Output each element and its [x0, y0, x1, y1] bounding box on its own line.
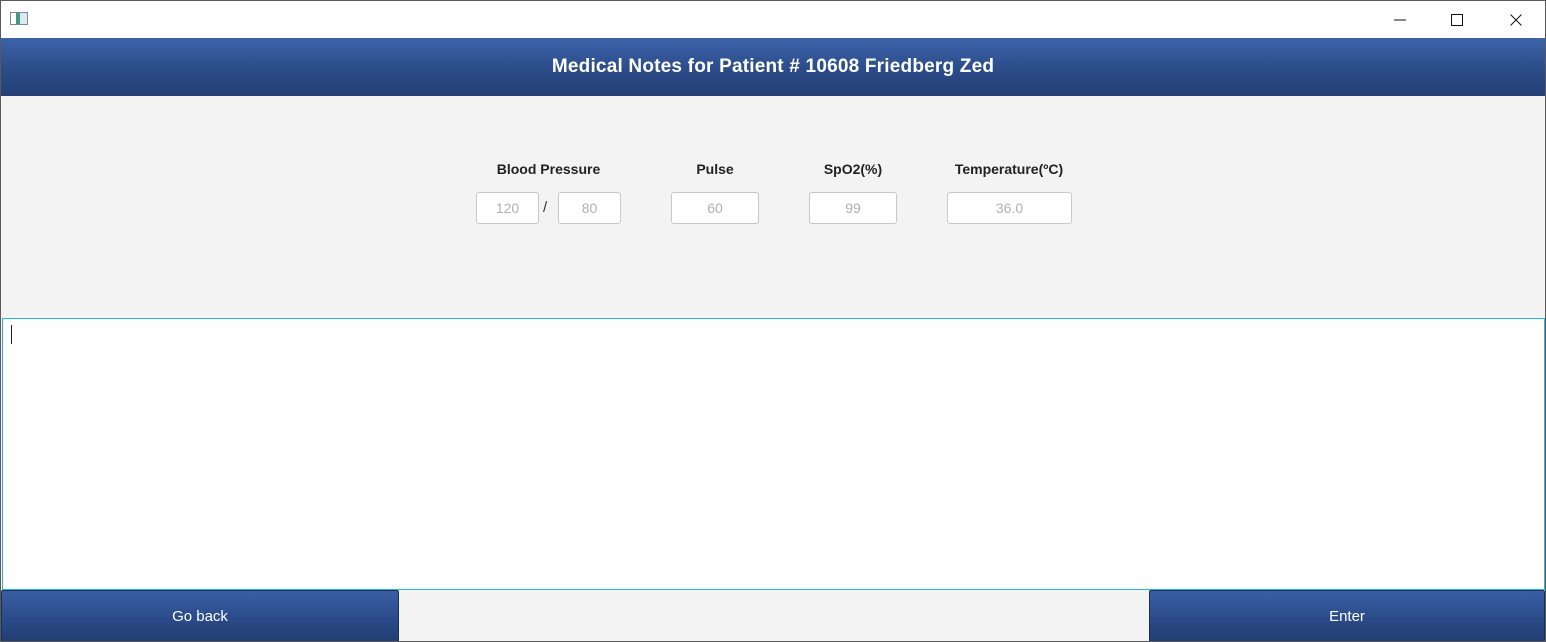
temperature-input[interactable]	[947, 192, 1072, 224]
maximize-icon	[1451, 13, 1463, 26]
diastolic-input[interactable]	[558, 192, 621, 224]
go-back-button[interactable]: Go back	[1, 590, 399, 641]
close-icon	[1510, 13, 1522, 26]
header-banner: Medical Notes for Patient # 10608 Friedb…	[1, 38, 1545, 96]
app-window: Medical Notes for Patient # 10608 Friedb…	[0, 0, 1546, 642]
maximize-button[interactable]	[1434, 1, 1480, 38]
spo2-label: SpO2(%)	[823, 161, 883, 177]
bp-separator: /	[543, 199, 548, 216]
app-icon	[10, 12, 28, 25]
spo2-input[interactable]	[809, 192, 897, 224]
systolic-input[interactable]	[476, 192, 539, 224]
page-title: Medical Notes for Patient # 10608 Friedb…	[551, 56, 995, 77]
minimize-icon	[1394, 19, 1406, 20]
close-button[interactable]	[1493, 1, 1539, 38]
pulse-input[interactable]	[671, 192, 759, 224]
blood-pressure-label: Blood Pressure	[496, 161, 601, 177]
pulse-label: Pulse	[696, 161, 734, 177]
text-caret	[11, 325, 12, 344]
temperature-label: Temperature(ºC)	[954, 161, 1064, 177]
title-bar	[1, 1, 1545, 38]
notes-textarea[interactable]	[2, 318, 1545, 590]
minimize-button[interactable]	[1377, 1, 1423, 38]
enter-button[interactable]: Enter	[1149, 590, 1545, 641]
